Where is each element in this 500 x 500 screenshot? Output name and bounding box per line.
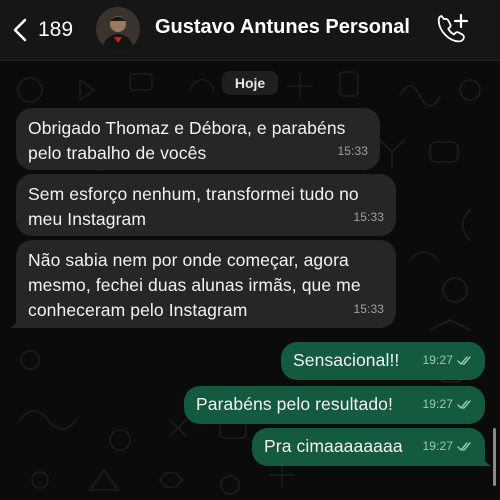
back-button[interactable]: 189 xyxy=(6,10,73,50)
add-call-button[interactable] xyxy=(434,12,470,48)
unread-count: 189 xyxy=(38,18,74,41)
incoming-message[interactable]: Obrigado Thomaz e Débora, e parabéns pel… xyxy=(16,108,380,170)
double-check-icon xyxy=(457,441,471,451)
incoming-message[interactable]: Sem esforço nenhum, transformei tudo no … xyxy=(16,174,396,236)
bubble-tail xyxy=(10,314,24,328)
double-check-icon xyxy=(457,355,471,365)
outgoing-message[interactable]: Parabéns pelo resultado! 19:27 xyxy=(184,386,485,424)
incoming-message[interactable]: Não sabia nem por onde começar, agora me… xyxy=(10,240,396,328)
message-text: Obrigado Thomaz e Débora, e parabéns pel… xyxy=(28,118,346,163)
message-time: 19:27 xyxy=(422,439,453,453)
message-text: Não sabia nem por onde começar, agora me… xyxy=(28,250,361,320)
message-text: Sem esforço nenhum, transformei tudo no … xyxy=(28,184,359,229)
message-time: 15:33 xyxy=(353,210,384,224)
chevron-left-icon xyxy=(6,10,34,50)
chat-screen: 189 Gustavo Antunes Personal Hoje Obriga… xyxy=(0,0,500,500)
outgoing-message[interactable]: Pra cimaaaaaaaa 19:27 xyxy=(252,428,491,466)
double-check-icon xyxy=(457,399,471,409)
contact-name[interactable]: Gustavo Antunes Personal xyxy=(155,16,410,39)
message-time: 15:33 xyxy=(337,144,368,158)
message-time: 19:27 xyxy=(422,353,453,367)
message-time: 15:33 xyxy=(353,302,384,316)
chat-header: 189 Gustavo Antunes Personal xyxy=(0,0,500,61)
scrollbar[interactable] xyxy=(493,428,496,486)
avatar[interactable] xyxy=(96,7,140,51)
message-time: 19:27 xyxy=(422,397,453,411)
add-call-icon xyxy=(437,13,469,43)
bubble-tail xyxy=(477,452,491,466)
outgoing-message[interactable]: Sensacional!! 19:27 xyxy=(281,342,485,380)
day-separator: Hoje xyxy=(222,71,278,95)
